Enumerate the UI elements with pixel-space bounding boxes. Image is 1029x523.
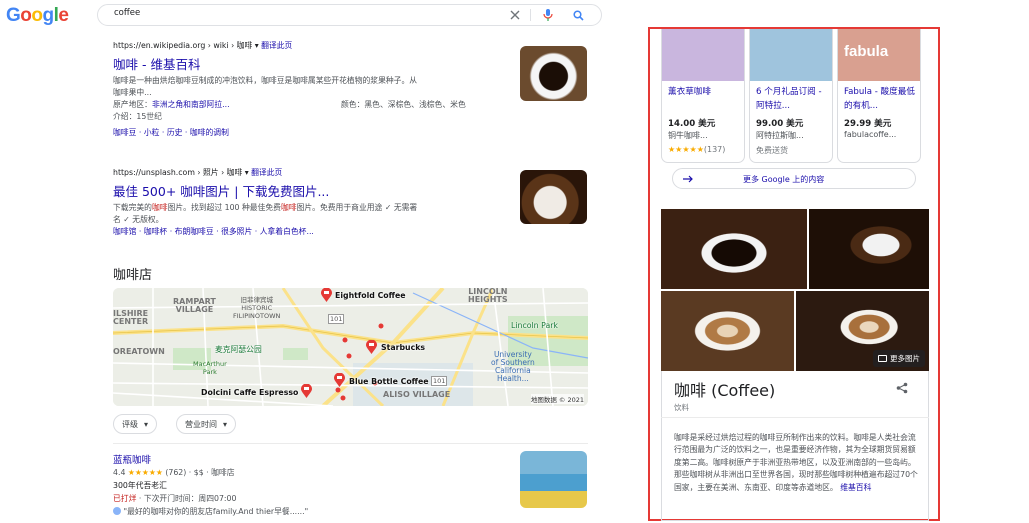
product-name[interactable]: 薰衣草咖啡 <box>668 85 744 99</box>
more-on-google-button[interactable]: 更多 Google 上的内容 <box>672 168 916 189</box>
place-rating: 4.4 ★★★★★ (762) · $$ · 咖啡店 <box>113 468 235 477</box>
clear-icon[interactable] <box>507 7 523 23</box>
intro-attr: 介绍：15世纪 <box>113 112 162 121</box>
divider <box>661 417 929 418</box>
result-title[interactable]: 最佳 500+ 咖啡图片 | 下载免费图片... <box>113 181 513 200</box>
coffee-image[interactable]: 更多图片 <box>796 291 929 371</box>
entity-subtitle: 饮料 <box>674 403 689 412</box>
place-photo-thumbnail[interactable] <box>520 451 587 508</box>
search-result-wikipedia: https://en.wikipedia.org › wiki › 咖啡 ▾ 翻… <box>113 40 513 138</box>
product-price: 14.00 美元 <box>668 119 716 129</box>
place-address: 300年代吾老汇 <box>113 481 167 490</box>
product-name[interactable]: 6 个月礼品订阅 - 阿特拉... <box>756 85 832 113</box>
area-wilshire-center: ILSHIRE CENTER <box>113 309 149 326</box>
map-pin-icon[interactable] <box>334 373 345 387</box>
result-snippet: 咖啡是一种由烘焙咖啡豆制成的冲泡饮料，咖啡豆是咖啡属某些开花植物的浆果种子。从咖… <box>113 76 418 97</box>
map-pin-icon[interactable] <box>366 340 377 354</box>
coffee-image[interactable] <box>661 209 807 289</box>
search-box <box>97 4 602 26</box>
sitelinks[interactable]: 咖啡豆 · 小粒 · 历史 · 咖啡的调制 <box>113 127 513 138</box>
product-price: 29.99 美元 <box>844 119 892 129</box>
product-image[interactable] <box>750 29 832 81</box>
chevron-down-icon: ▾ <box>223 419 228 429</box>
map-copyright: 地图数据 © 2021 <box>530 394 584 404</box>
product-card[interactable]: 薰衣草咖啡 14.00 美元 铜牛咖啡... ★★★★★(137) <box>661 29 745 163</box>
share-icon[interactable] <box>896 382 908 394</box>
product-image[interactable]: fabula <box>838 29 920 81</box>
product-card[interactable]: 6 个月礼品订阅 - 阿特拉... 99.00 美元 阿特拉斯咖... 免费送货 <box>749 29 833 163</box>
product-name[interactable]: Fabula - 酸度最低的有机... <box>844 85 920 113</box>
origin-link[interactable]: 非洲之角和南部阿拉... <box>152 100 230 109</box>
translate-link[interactable]: 翻译此页 <box>261 41 292 50</box>
avatar-icon <box>113 507 121 515</box>
color-attr: 颜色：黑色、深棕色、浅棕色、米色 <box>341 100 466 109</box>
search-input[interactable] <box>114 8 474 18</box>
result-attributes: 原产地区：非洲之角和南部阿拉... 颜色：黑色、深棕色、浅棕色、米色 介绍：15… <box>113 100 466 121</box>
coffee-beans-thumbnail[interactable] <box>520 170 587 224</box>
divider <box>113 443 588 444</box>
search-result-unsplash: https://unsplash.com › 照片 › 咖啡 ▾ 翻译此页 最佳… <box>113 167 513 237</box>
area-aliso-village: ALISO VILLAGE <box>383 390 451 399</box>
entity-title: 咖啡 (Coffee) <box>674 381 776 400</box>
map-label-dolcini-caffe[interactable]: Dolcini Caffe Espresso <box>201 388 298 397</box>
result-title[interactable]: 咖啡 - 维基百科 <box>113 54 513 73</box>
product-card[interactable]: fabula Fabula - 酸度最低的有机... 29.99 美元 fabu… <box>837 29 921 163</box>
search-icon[interactable] <box>570 7 586 23</box>
product-image[interactable] <box>662 29 744 81</box>
coffee-image[interactable] <box>809 209 929 289</box>
product-seller: fabulacoffe... <box>844 130 897 139</box>
map-label-macarthur-park-cn: 麦克阿瑟公园 <box>215 345 262 354</box>
place-review: "最好的咖啡对你的朋友店family.And thier早餐......" <box>113 505 508 518</box>
free-shipping-label: 免费送货 <box>756 146 788 155</box>
divider <box>530 9 531 21</box>
place-listing[interactable]: 蓝瓶咖啡 4.4 ★★★★★ (762) · $$ · 咖啡店 300年代吾老汇… <box>113 452 508 518</box>
place-hours: 已打烊 · 下次开门时间：周四07:00 <box>113 494 237 503</box>
chevron-down-icon: ▾ <box>144 419 149 429</box>
rating-filter-chip[interactable]: 评级 ▾ <box>113 414 158 434</box>
arrow-right-icon <box>683 175 693 183</box>
map-pin-icon[interactable] <box>301 384 312 398</box>
local-heading: 咖啡店 <box>113 268 153 283</box>
highway-101-shield: 101 <box>328 314 345 324</box>
map-label-blue-bottle-coffee[interactable]: Blue Bottle Coffee <box>349 377 429 386</box>
result-url[interactable]: https://en.wikipedia.org › wiki › 咖啡 ▾ 翻… <box>113 40 513 51</box>
highway-101-shield: 101 <box>431 376 448 386</box>
area-koreatown: OREATOWN <box>113 347 165 356</box>
wikipedia-link[interactable]: 维基百科 <box>840 483 871 492</box>
star-rating-icon: ★★★★★ <box>668 145 704 154</box>
coffee-image[interactable] <box>661 291 794 371</box>
coffee-cup-thumbnail[interactable] <box>520 46 587 101</box>
map-label-lincoln-park: Lincoln Park <box>511 321 558 330</box>
product-seller: 铜牛咖啡... <box>668 131 708 140</box>
sitelinks[interactable]: 咖啡馆 · 咖啡杯 · 布朗咖啡豆 · 很多照片 · 人拿着白色杯... <box>113 226 513 237</box>
product-seller: 阿特拉斯咖... <box>756 131 804 140</box>
area-lincoln-heights: LINCOLN HEIGHTS <box>468 288 508 304</box>
result-snippet: 下载完美的咖啡图片。找到超过 100 种最佳免费咖啡图片。免费用于商业用途 ✓ … <box>113 203 418 224</box>
area-macarthur-park: MacArthur Park <box>193 360 227 376</box>
knowledge-panel-highlight: 薰衣草咖啡 14.00 美元 铜牛咖啡... ★★★★★(137) 6 个月礼品… <box>648 27 940 521</box>
product-rating: ★★★★★(137) <box>668 145 726 154</box>
map-label-starbucks[interactable]: Starbucks <box>381 343 425 352</box>
more-images-button[interactable]: 更多图片 <box>873 350 925 367</box>
product-price: 99.00 美元 <box>756 119 804 129</box>
map[interactable]: RAMPART VILLAGE 旧菲律宾城 HISTORIC FILIPINOTOWN… <box>113 288 588 406</box>
area-rampart-village: RAMPART VILLAGE <box>173 297 216 314</box>
microphone-icon[interactable] <box>540 7 556 23</box>
google-logo[interactable]: Google <box>6 5 69 27</box>
area-usc-health: University of Southern California Health... <box>491 350 535 383</box>
place-name[interactable]: 蓝瓶咖啡 <box>113 452 508 466</box>
map-label-eightfold-coffee[interactable]: Eightfold Coffee <box>335 291 406 300</box>
star-rating-icon: ★★★★★ <box>127 468 163 477</box>
map-pin-icon[interactable] <box>321 288 332 302</box>
image-icon <box>878 355 887 362</box>
translate-link[interactable]: 翻译此页 <box>251 168 282 177</box>
entity-description: 咖啡是采经过烘焙过程的咖啡豆所制作出来的饮料。咖啡是人类社会流行范围最为广泛的饮… <box>674 433 918 492</box>
result-url[interactable]: https://unsplash.com › 照片 › 咖啡 ▾ 翻译此页 <box>113 167 513 178</box>
area-filipinotown: 旧菲律宾城 HISTORIC FILIPINOTOWN <box>233 296 281 320</box>
hours-filter-chip[interactable]: 营业时间 ▾ <box>176 414 237 434</box>
